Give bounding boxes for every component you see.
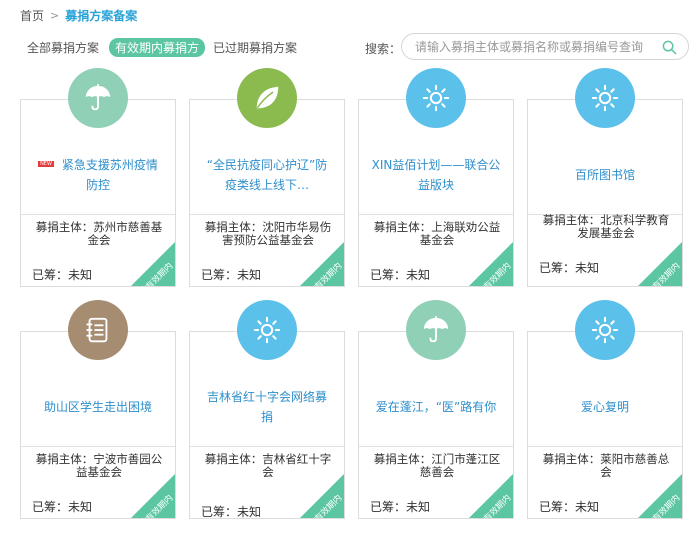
valid-ribbon-badge: 有效期内: [469, 242, 513, 286]
valid-ribbon-badge: 有效期内: [300, 474, 344, 518]
umbrella-icon: [421, 315, 451, 345]
card-title-text: 助山区学生走出困境: [43, 400, 152, 414]
breadcrumb-separator: >: [50, 9, 60, 22]
valid-ribbon-badge: 有效期内: [300, 242, 344, 286]
breadcrumb: 首页 > 募捐方案备案: [20, 7, 137, 24]
filter-tabs: 全部募捐方案 有效期内募捐方 已过期募捐方案: [27, 38, 309, 57]
search-box: [401, 33, 689, 60]
card-raised-amount: 已筹：未知: [201, 505, 262, 519]
card-raised-amount: 已筹：未知: [539, 261, 600, 275]
card-title-text: 紧急支援苏州疫情防控: [61, 158, 158, 192]
card-title[interactable]: 吉林省红十字会网络募捐: [202, 387, 332, 427]
tab-valid-plans[interactable]: 有效期内募捐方: [109, 38, 206, 57]
tab-all-plans[interactable]: 全部募捐方案: [27, 39, 99, 56]
card-title-text: XIN益佰计划——联合公益版块: [371, 158, 501, 192]
valid-ribbon-badge: 有效期内: [638, 242, 682, 286]
card-raised-amount: 已筹：未知: [370, 268, 431, 282]
umbrella-icon: [83, 83, 113, 113]
card-title-text: “全民抗疫同心护辽”防疫类线上线下…: [206, 158, 328, 192]
card-raised-amount: 已筹：未知: [32, 268, 93, 282]
card-raised-amount: 已筹：未知: [539, 500, 600, 514]
card-title[interactable]: 助山区学生走出困境: [44, 397, 152, 417]
card-4-icon-circle: [68, 300, 128, 360]
sun-icon: [252, 315, 282, 345]
card-5-icon-circle: [237, 300, 297, 360]
card-title[interactable]: 爱在蓬江，“医”路有你: [376, 397, 496, 417]
card-7-icon-circle: [575, 300, 635, 360]
valid-ribbon-badge: 有效期内: [131, 242, 175, 286]
valid-ribbon-badge: 有效期内: [469, 474, 513, 518]
card-raised-amount: 已筹：未知: [370, 500, 431, 514]
card-2-icon-circle: [406, 68, 466, 128]
notebook-icon: [83, 315, 113, 345]
card-title-text: 百所图书馆: [574, 168, 635, 182]
card-raised-amount: 已筹：未知: [32, 500, 93, 514]
card-title[interactable]: 百所图书馆: [575, 165, 635, 185]
card-3-icon-circle: [575, 68, 635, 128]
sun-icon: [590, 315, 620, 345]
card-title-text: 吉林省红十字会网络募捐: [206, 390, 327, 424]
valid-ribbon-badge: 有效期内: [638, 474, 682, 518]
card-title[interactable]: XIN益佰计划——联合公益版块: [371, 155, 501, 195]
breadcrumb-home-link[interactable]: 首页: [20, 7, 44, 24]
card-title-text: 爱在蓬江，“医”路有你: [375, 400, 497, 414]
leaf-icon: [252, 83, 282, 113]
sun-icon: [590, 83, 620, 113]
valid-ribbon-badge: 有效期内: [131, 474, 175, 518]
card-0-icon-circle: [68, 68, 128, 128]
card-1-icon-circle: [237, 68, 297, 128]
card-title[interactable]: NEW 紧急支援苏州疫情防控: [33, 155, 163, 195]
card-title-text: 爱心复明: [580, 400, 629, 414]
search-label: 搜索：: [365, 42, 402, 56]
search-icon[interactable]: [662, 40, 677, 55]
new-badge-icon: NEW: [38, 160, 54, 167]
card-raised-amount: 已筹：未知: [201, 268, 262, 282]
sun-icon: [421, 83, 451, 113]
breadcrumb-current: 募捐方案备案: [65, 9, 138, 23]
card-6-icon-circle: [406, 300, 466, 360]
search-input[interactable]: [415, 38, 655, 56]
tab-expired-plans[interactable]: 已过期募捐方案: [213, 39, 297, 56]
card-title[interactable]: 爱心复明: [581, 397, 629, 417]
card-title[interactable]: “全民抗疫同心护辽”防疫类线上线下…: [202, 155, 332, 195]
